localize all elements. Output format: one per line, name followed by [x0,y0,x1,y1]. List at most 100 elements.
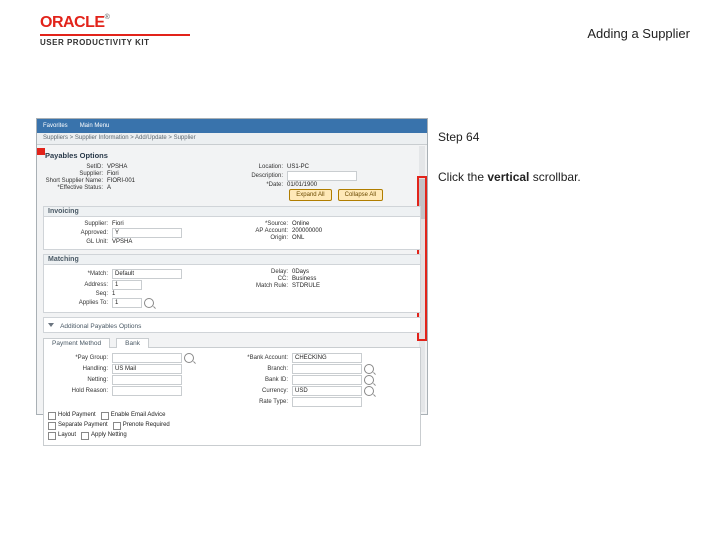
step-instruction: Click the vertical scrollbar. [438,170,581,184]
supplier-label: Supplier: [43,171,107,177]
eff-value: 01/01/1900 [287,182,317,188]
lookup-icon[interactable] [144,298,154,308]
m-rule-val: STDRULE [292,283,320,289]
opt-c: Separate Payment [58,421,108,430]
m-seq-val: 1 [112,291,115,297]
m-opt-input[interactable]: Default [112,269,182,279]
instruction-pre: Click the [438,170,487,184]
inv-gl-val: VPSHA [112,239,132,245]
step-number: Step 64 [438,130,479,144]
bankid-input[interactable] [292,375,362,385]
branch-input[interactable] [292,364,362,374]
rate-lbl: Rate Type: [228,399,292,405]
oracle-logo: ORACLE [40,14,105,31]
invoicing-header[interactable]: Invoicing [44,207,420,217]
inv-origin-val: ONL [292,235,304,241]
paygroup-lbl: *Pay Group: [48,355,112,361]
app-menubar[interactable]: Favorites Main Menu [37,119,427,133]
chevron-down-icon [48,323,54,327]
m-delay-lbl: Delay: [228,269,292,275]
checkbox[interactable] [101,412,109,420]
inv-supplier-val: Fiori [112,221,124,227]
bankid-lbl: Bank ID: [228,377,292,383]
inv-gl-lbl: GL Unit: [48,239,112,245]
invoicing-section: Invoicing Supplier:Fiori Approved:Y GL U… [43,206,421,250]
m-seq-lbl: Seq: [48,291,112,297]
loc-label: Location: [223,164,287,170]
inv-acct-lbl: AP Account: [228,228,292,234]
status-value: A [107,185,111,191]
instruction-bold: vertical [487,170,529,184]
menu-favorites[interactable]: Favorites [43,123,68,129]
bank-input[interactable]: CHECKING [292,353,362,363]
rate-input[interactable] [292,397,362,407]
m-app-lbl: Applies To: [48,300,112,306]
loc-value: US1-PC [287,164,309,170]
opt-a: Hold Payment [58,411,96,420]
upk-header: ORACLE® USER PRODUCTIVITY KIT [40,14,190,47]
m-addr-input[interactable]: 1 [112,280,142,290]
branch-lbl: Branch: [228,366,292,372]
netting-lbl: Netting: [48,377,112,383]
hold-lbl: Hold Reason: [48,388,112,394]
checkbox[interactable] [81,432,89,440]
payment-checkbox-group: Hold Payment Enable Email Advice Separat… [48,411,416,440]
paygroup-input[interactable] [112,353,182,363]
tab-bank[interactable]: Bank [116,338,149,348]
menu-main[interactable]: Main Menu [80,123,110,129]
tab-payment-method[interactable]: Payment Method [43,338,110,348]
app-screenshot: Favorites Main Menu Suppliers > Supplier… [36,118,428,415]
m-cc-lbl: CC: [228,276,292,282]
checkbox[interactable] [48,422,56,430]
checkbox[interactable] [48,412,56,420]
inv-approved-input[interactable]: Y [112,228,182,238]
lookup-icon[interactable] [364,386,374,396]
hold-input[interactable] [112,386,182,396]
options-tabbar: Payment Method Bank [43,337,421,347]
lookup-icon[interactable] [184,353,194,363]
m-cc-val: Business [292,276,316,282]
m-rule-lbl: Match Rule: [228,283,292,289]
supplier-value: Fiori [107,171,119,177]
inv-acct-val: 200000000 [292,228,322,234]
curr-input[interactable]: USD [292,386,362,396]
desc-label: Description: [223,173,287,179]
lookup-icon[interactable] [364,364,374,374]
sname-value: FIORI-001 [107,178,135,184]
page-title: Adding a Supplier [587,26,690,41]
opt-e: Layout [58,431,76,440]
netting-input[interactable] [112,375,182,385]
opt-d: Prenote Required [123,421,170,430]
bank-lbl: *Bank Account: [228,355,292,361]
inv-src-val: Online [292,221,309,227]
trademark-icon: ® [105,14,110,21]
checkbox[interactable] [113,422,121,430]
expand-all-button[interactable]: Expand All [289,189,331,201]
m-app-input[interactable]: 1 [112,298,142,308]
setid-label: SetID: [43,164,107,170]
handling-input[interactable]: US Mail [112,364,182,374]
panel-title: Payables Options [45,151,421,160]
inv-approved-lbl: Approved: [48,230,112,236]
additional-options-section[interactable]: Additional Payables Options [43,317,421,333]
opt-b: Enable Email Advice [111,411,166,420]
product-name: USER PRODUCTIVITY KIT [40,38,190,47]
m-days-lbl: Days [295,269,309,275]
curr-lbl: Currency: [228,388,292,394]
collapse-all-button[interactable]: Collapse All [338,189,383,201]
additional-header: Additional Payables Options [60,323,141,330]
m-opt-lbl: *Match: [48,271,112,277]
desc-input[interactable] [287,171,357,181]
status-label: *Effective Status: [43,185,107,191]
inv-origin-lbl: Origin: [228,235,292,241]
payment-tab-body: *Pay Group: Handling:US Mail Netting: Ho… [43,347,421,446]
logo-rule [40,34,190,36]
setid-value: VPSHA [107,164,127,170]
lookup-icon[interactable] [364,375,374,385]
opt-f: Apply Netting [91,431,127,440]
breadcrumb[interactable]: Suppliers > Supplier Information > Add/U… [37,133,427,145]
instruction-post: scrollbar. [529,170,580,184]
checkbox[interactable] [48,432,56,440]
app-body: Payables Options SetID:VPSHA Supplier:Fi… [37,145,427,452]
matching-header[interactable]: Matching [44,255,420,265]
